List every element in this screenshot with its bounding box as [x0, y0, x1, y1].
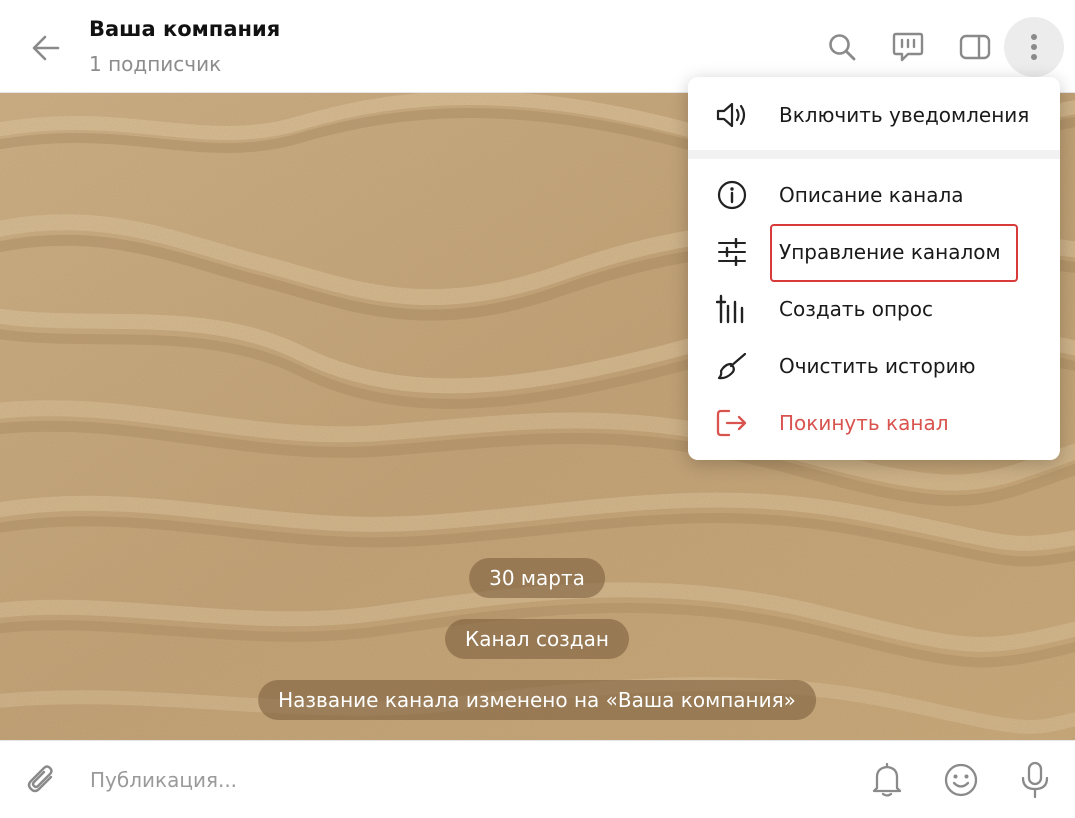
paperclip-icon: [27, 765, 53, 793]
broom-icon: [714, 350, 750, 382]
date-badge: 30 марта: [469, 558, 605, 598]
back-button[interactable]: [22, 28, 70, 68]
menu-separator: [688, 150, 1060, 159]
attach-button[interactable]: [22, 760, 62, 800]
menu-item-label: Покинуть канал: [779, 411, 949, 435]
channel-context-menu: Включить уведомления Описание канала Упр…: [688, 77, 1060, 460]
subscriber-count: 1 подписчик: [89, 52, 222, 76]
menu-item-enable-notifications[interactable]: Включить уведомления: [688, 87, 1060, 143]
menu-item-manage-channel[interactable]: Управление каналом: [688, 224, 1060, 280]
sidebar-toggle-button[interactable]: [945, 17, 1005, 77]
service-message-channel-renamed: Название канала изменено на «Ваша компан…: [258, 680, 816, 720]
discussion-button[interactable]: [878, 17, 938, 77]
menu-item-label: Очистить историю: [779, 354, 976, 378]
voice-record-button[interactable]: [1015, 760, 1055, 800]
service-message-channel-created: Канал создан: [445, 619, 629, 659]
speaker-icon: [714, 99, 750, 131]
emoji-button[interactable]: [941, 760, 981, 800]
sliders-icon: [714, 236, 750, 268]
menu-item-label: Создать опрос: [779, 297, 933, 321]
menu-item-label: Управление каналом: [779, 240, 1001, 264]
menu-item-label: Включить уведомления: [779, 103, 1030, 127]
poll-icon: [714, 293, 750, 325]
menu-item-clear-history[interactable]: Очистить историю: [688, 338, 1060, 394]
message-input[interactable]: [90, 761, 790, 799]
search-button[interactable]: [812, 17, 872, 77]
info-icon: [714, 179, 750, 211]
more-vertical-icon: [1031, 34, 1037, 60]
message-composer: [0, 740, 1075, 818]
more-button[interactable]: [1004, 17, 1064, 77]
leave-icon: [714, 407, 750, 439]
bell-icon: [872, 762, 902, 797]
menu-item-create-poll[interactable]: Создать опрос: [688, 281, 1060, 337]
silent-broadcast-button[interactable]: [867, 760, 907, 800]
search-icon: [829, 34, 856, 61]
chat-title[interactable]: Ваша компания: [89, 17, 280, 41]
emoji-icon: [944, 763, 978, 797]
microphone-icon: [1021, 761, 1049, 799]
menu-item-leave-channel[interactable]: Покинуть канал: [688, 395, 1060, 451]
menu-item-label: Описание канала: [779, 183, 964, 207]
arrow-left-icon: [32, 35, 60, 61]
comment-icon: [892, 32, 924, 62]
sidebar-toggle-icon: [959, 34, 991, 60]
menu-item-channel-info[interactable]: Описание канала: [688, 167, 1060, 223]
